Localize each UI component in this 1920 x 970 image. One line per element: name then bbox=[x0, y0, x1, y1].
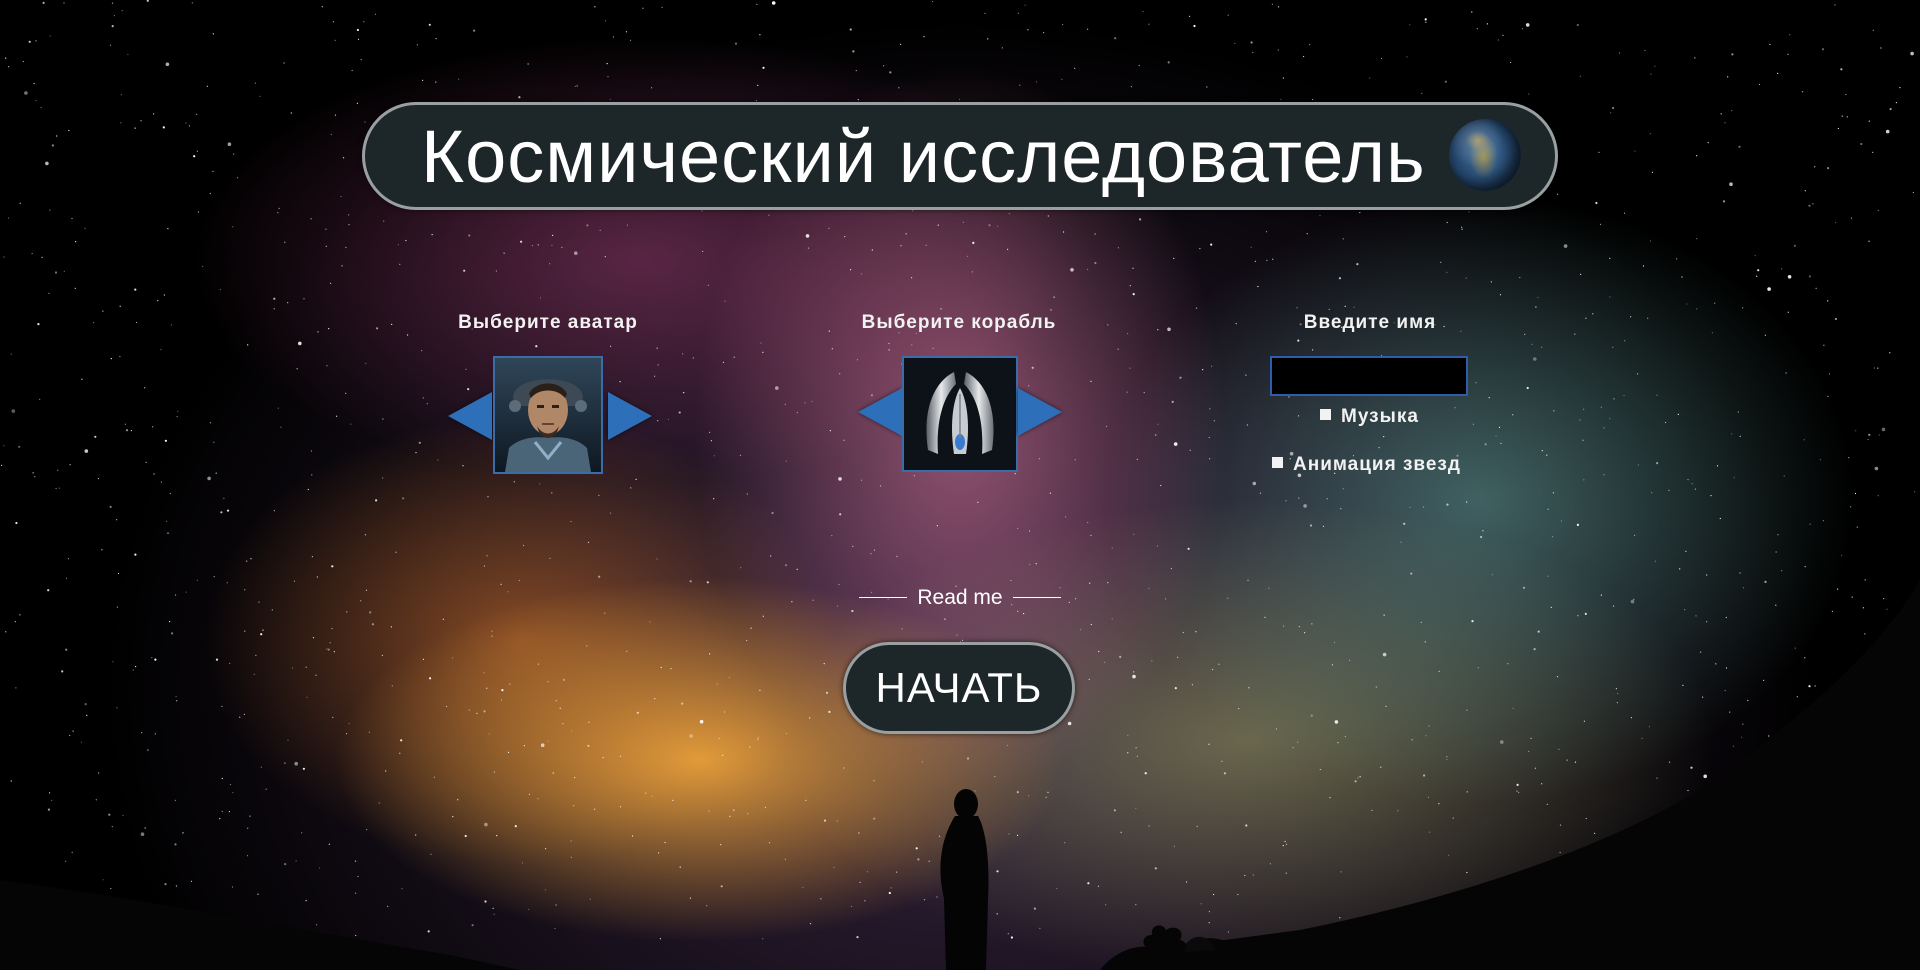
game-title-banner: Космический исследователь bbox=[362, 102, 1558, 210]
avatar-prev-arrow-icon[interactable] bbox=[448, 392, 492, 440]
star-animation-label: Анимация звезд bbox=[1293, 454, 1461, 475]
readme-right-divider bbox=[1012, 597, 1061, 598]
person-silhouette bbox=[940, 789, 989, 970]
music-checkbox[interactable] bbox=[1320, 409, 1331, 420]
star-animation-toggle[interactable]: Анимация звезд bbox=[1272, 454, 1461, 476]
music-toggle[interactable]: Музыка bbox=[1320, 406, 1419, 428]
globe-icon bbox=[1449, 119, 1521, 191]
readme-row: Read me bbox=[850, 584, 1070, 612]
ship-image bbox=[904, 358, 1016, 470]
ship-next-arrow-icon[interactable] bbox=[1018, 388, 1062, 436]
player-name-input[interactable] bbox=[1270, 356, 1468, 396]
star-animation-checkbox[interactable] bbox=[1272, 457, 1283, 468]
ship-preview bbox=[902, 356, 1018, 472]
readme-link[interactable]: Read me bbox=[917, 586, 1002, 609]
avatar-next-arrow-icon[interactable] bbox=[608, 392, 652, 440]
ship-picker-label: Выберите корабль bbox=[861, 312, 1057, 333]
avatar-portrait bbox=[493, 356, 603, 474]
avatar-image bbox=[495, 358, 601, 472]
readme-left-divider bbox=[859, 597, 908, 598]
name-entry-label: Введите имя bbox=[1303, 312, 1437, 333]
ship-prev-arrow-icon[interactable] bbox=[858, 388, 902, 436]
avatar-picker-label: Выберите аватар bbox=[458, 312, 638, 333]
game-menu-screen: Космический исследователь Выберите авата… bbox=[0, 0, 1920, 970]
music-label: Музыка bbox=[1341, 406, 1419, 427]
start-button[interactable]: НАЧАТЬ bbox=[843, 642, 1075, 734]
game-title: Космический исследователь bbox=[421, 115, 1426, 198]
